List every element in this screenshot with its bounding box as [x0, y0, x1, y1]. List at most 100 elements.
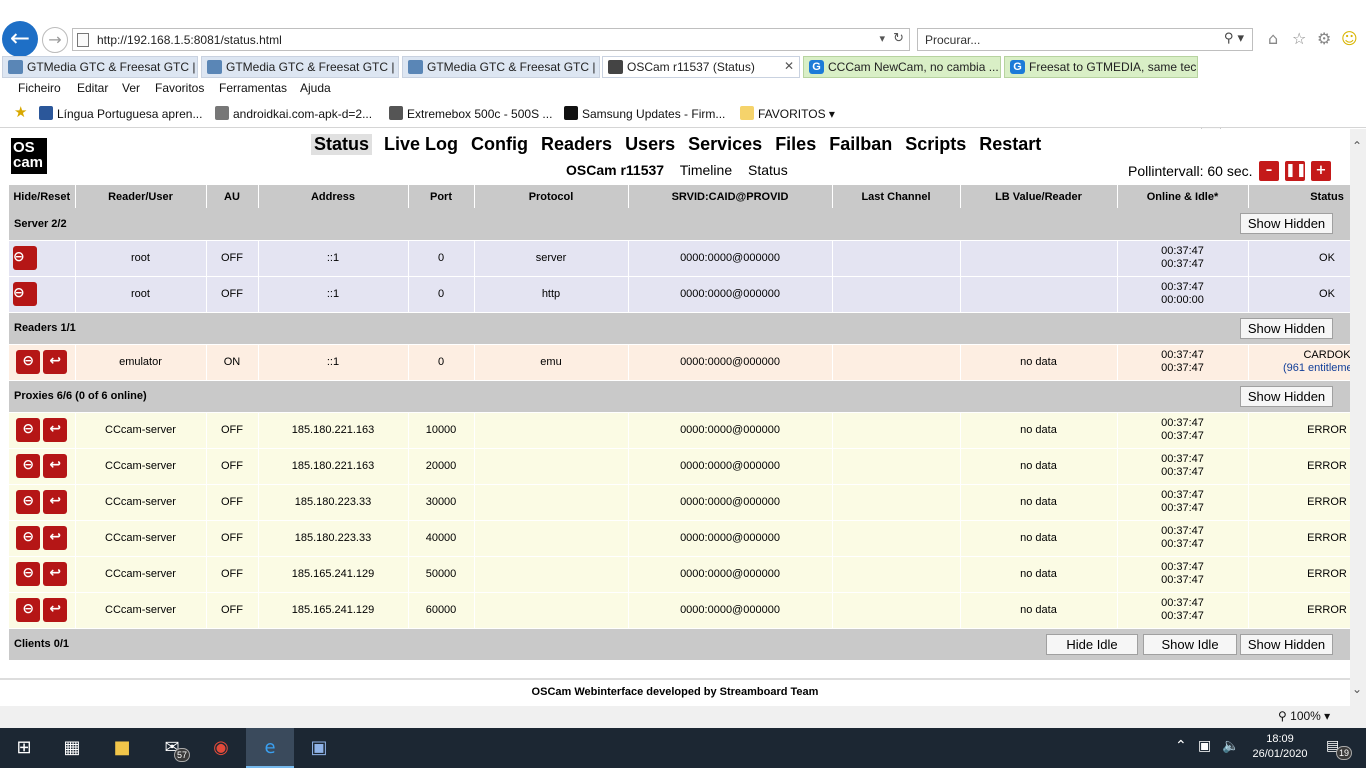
clock[interactable]: 18:09 26/01/2020	[1248, 732, 1312, 762]
nav-failban[interactable]: Failban	[828, 134, 893, 155]
tab-freesat[interactable]: G Freesat to GTMEDIA, same tec...	[1004, 56, 1198, 78]
scroll-down-icon[interactable]: ⌄	[1352, 682, 1362, 696]
poll-increase-button[interactable]: +	[1311, 161, 1331, 181]
internet-explorer-icon[interactable]: e	[246, 728, 294, 768]
app-window-icon[interactable]: ▣	[295, 728, 343, 768]
nav-live-log[interactable]: Live Log	[383, 134, 459, 155]
section-clients: Clients 0/1 Hide Idle Show Idle Show Hidden	[9, 628, 1350, 661]
volume-icon[interactable]: 🔈	[1222, 738, 1239, 754]
chrome-icon[interactable]: ◉	[197, 728, 245, 768]
zoom-out-icon[interactable]: ⊖	[16, 454, 41, 478]
zoom-out-icon[interactable]: ⊖	[16, 562, 41, 586]
refresh-icon[interactable]: ↻	[893, 31, 904, 46]
show-idle-button[interactable]: Show Idle	[1143, 633, 1237, 655]
file-explorer-icon[interactable]: ■	[98, 728, 146, 768]
tab-gtmedia-2[interactable]: GTMedia GTC & Freesat GTC | ...	[201, 56, 399, 78]
zoom-out-icon[interactable]: ⊖	[16, 418, 41, 442]
show-hidden-button[interactable]: Show Hidden	[1240, 213, 1333, 234]
chevron-down-icon[interactable]: ▾	[879, 32, 885, 45]
fav-favoritos-folder[interactable]: FAVORITOS ▾	[740, 106, 835, 121]
site-favicon-icon	[8, 60, 23, 74]
gear-icon[interactable]: ⚙	[1317, 29, 1331, 48]
tab-gtmedia-1[interactable]: GTMedia GTC & Freesat GTC | ...	[2, 56, 198, 78]
menu-favoritos[interactable]: Favoritos	[155, 81, 204, 95]
show-hidden-button[interactable]: Show Hidden	[1240, 385, 1333, 407]
online-time: 00:37:47	[1161, 489, 1204, 501]
smiley-icon[interactable]: ☺	[1341, 29, 1358, 48]
tab-oscam-status[interactable]: OSCam r11537 (Status) ✕	[602, 56, 800, 78]
cell-port: 60000	[408, 592, 475, 629]
status-link[interactable]: Status	[748, 162, 788, 178]
zoom-out-icon[interactable]: ⊖	[16, 490, 41, 514]
fav-extremebox[interactable]: Extremebox 500c - 500S ...	[389, 106, 552, 121]
search-icon[interactable]: ⚲ ▾	[1224, 31, 1244, 46]
show-hidden-button[interactable]: Show Hidden	[1240, 633, 1333, 655]
start-button[interactable]: ⊞	[0, 728, 48, 768]
reset-icon[interactable]: ↩	[43, 418, 68, 442]
fav-lingua-portuguesa[interactable]: Língua Portuguesa apren...	[39, 106, 202, 121]
reset-icon[interactable]: ↩	[43, 350, 68, 374]
zoom-out-icon[interactable]: ⊖	[16, 350, 41, 374]
zoom-out-icon[interactable]: ⊖	[16, 598, 41, 622]
nav-config[interactable]: Config	[470, 134, 529, 155]
forward-button[interactable]: →	[42, 27, 68, 53]
cell-srvid: 0000:0000@000000	[628, 276, 833, 313]
reset-icon[interactable]: ↩	[43, 490, 68, 514]
section-title: Readers 1/1	[14, 322, 76, 334]
close-tab-icon[interactable]: ✕	[784, 59, 794, 73]
home-icon[interactable]: ⌂	[1268, 29, 1278, 48]
cell-au: OFF	[206, 448, 259, 485]
oscam-logo: OS cam	[11, 138, 47, 174]
tab-cccam[interactable]: G CCCam NewCam, no cambia ...	[803, 56, 1001, 78]
poll-decrease-button[interactable]: –	[1259, 161, 1279, 181]
back-button[interactable]: ←	[2, 21, 38, 57]
task-view-icon[interactable]: ▦	[48, 728, 96, 768]
fav-samsung-updates[interactable]: Samsung Updates - Firm...	[564, 106, 725, 121]
zoom-control[interactable]: ⚲ 100% ▾	[1278, 709, 1330, 723]
scroll-up-icon[interactable]: ⌃	[1352, 139, 1362, 153]
cell-address: 185.165.241.129	[258, 592, 409, 629]
idle-time: 00:37:47	[1161, 466, 1204, 478]
pause-button[interactable]: ❚❚	[1285, 161, 1307, 181]
add-favorite-star-icon[interactable]: ★	[14, 103, 27, 121]
zoom-out-icon[interactable]: ⊖	[13, 282, 37, 306]
mail-icon[interactable]: ✉ 57	[148, 728, 196, 768]
nav-files[interactable]: Files	[774, 134, 817, 155]
chevron-up-icon[interactable]: ⌃	[1175, 738, 1187, 754]
col-port: Port	[408, 185, 475, 208]
reset-icon[interactable]: ↩	[43, 562, 68, 586]
reset-icon[interactable]: ↩	[43, 454, 68, 478]
menu-ver[interactable]: Ver	[122, 81, 140, 95]
cell-srvid: 0000:0000@000000	[628, 240, 833, 277]
nav-users[interactable]: Users	[624, 134, 676, 155]
fav-androidkai[interactable]: androidkai.com-apk-d=2...	[215, 106, 372, 121]
network-icon[interactable]: ▣	[1198, 738, 1211, 754]
tab-gtmedia-3[interactable]: GTMedia GTC & Freesat GTC | ...	[402, 56, 600, 78]
nav-services[interactable]: Services	[687, 134, 763, 155]
zoom-out-icon[interactable]: ⊖	[13, 246, 37, 270]
menu-ajuda[interactable]: Ajuda	[300, 81, 331, 95]
hide-idle-button[interactable]: Hide Idle	[1046, 633, 1138, 655]
timeline-link[interactable]: Timeline	[680, 162, 732, 178]
cell-last-channel	[832, 556, 961, 593]
entitlements-link[interactable]: (961 entitlements)	[1283, 362, 1350, 374]
menu-ferramentas[interactable]: Ferramentas	[219, 81, 287, 95]
reset-icon[interactable]: ↩	[43, 526, 68, 550]
nav-status[interactable]: Status	[311, 134, 373, 155]
nav-restart[interactable]: Restart	[978, 134, 1042, 155]
reset-icon[interactable]: ↩	[43, 598, 68, 622]
nav-scripts[interactable]: Scripts	[904, 134, 967, 155]
zoom-out-icon[interactable]: ⊖	[16, 526, 41, 550]
vertical-scrollbar[interactable]: ⌃ ⌄	[1350, 129, 1366, 706]
nav-readers[interactable]: Readers	[540, 134, 613, 155]
menu-ficheiro[interactable]: Ficheiro	[18, 81, 61, 95]
show-hidden-button[interactable]: Show Hidden	[1240, 317, 1333, 339]
cell-port: 40000	[408, 520, 475, 557]
notifications-icon[interactable]: ▤ 19	[1326, 738, 1353, 760]
cell-user: CCcam-server	[75, 520, 207, 557]
search-box[interactable]: Procurar... ⚲ ▾	[917, 28, 1253, 51]
favorites-star-icon[interactable]: ☆	[1292, 29, 1306, 48]
menu-editar[interactable]: Editar	[77, 81, 108, 95]
fav-label: androidkai.com-apk-d=2...	[233, 107, 373, 121]
address-bar[interactable]: http://192.168.1.5:8081/status.html ▾ ↻	[72, 28, 910, 51]
